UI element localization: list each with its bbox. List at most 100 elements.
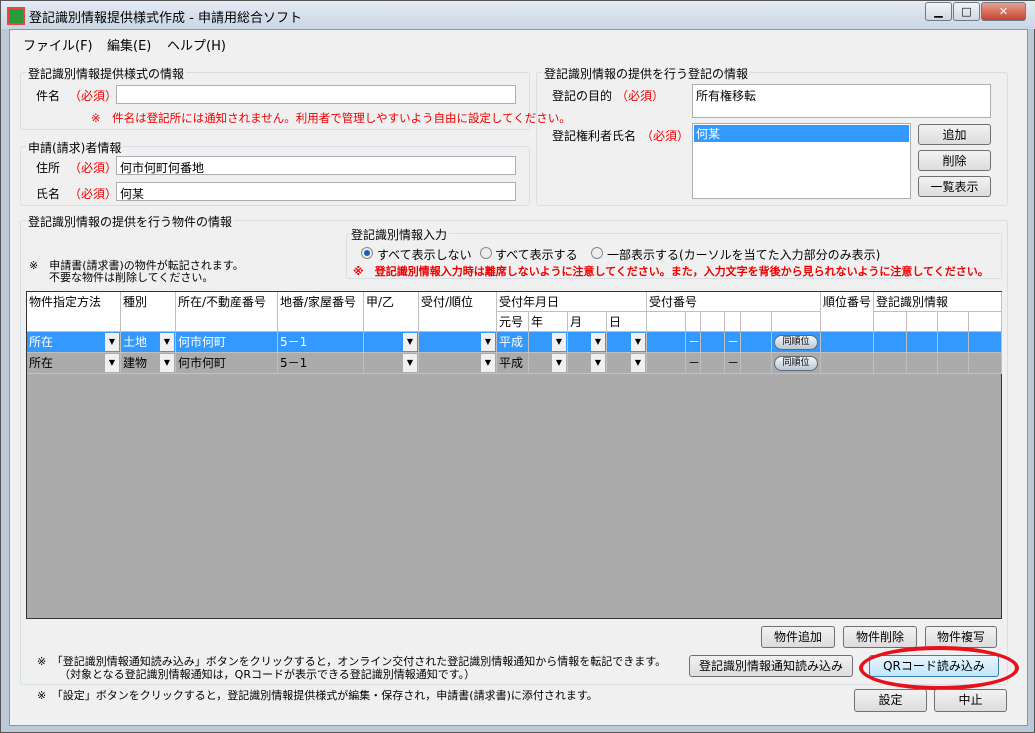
same-order-button[interactable]: 同順位 [774, 335, 818, 350]
add-holder-button[interactable]: 追加 [918, 124, 991, 145]
same-order-button[interactable]: 同順位 [774, 356, 818, 371]
property-note: 不要な物件は削除してください。 [49, 271, 214, 284]
id-info-cell[interactable] [938, 332, 969, 353]
reception-number-cell[interactable] [647, 332, 686, 353]
name-input[interactable]: 何某 [116, 182, 516, 201]
column-header: 受付/順位 [419, 292, 497, 332]
dash[interactable]: － [686, 332, 701, 353]
copy-property-button[interactable]: 物件複写 [925, 626, 997, 648]
holder-list-item[interactable]: 何某 [694, 125, 909, 142]
dropdown-arrow-icon[interactable]: ▼ [481, 354, 495, 372]
menu-help[interactable]: ヘルプ(H) [167, 35, 226, 54]
list-holders-button[interactable]: 一覧表示 [918, 176, 991, 197]
settings-button[interactable]: 設定 [854, 689, 927, 712]
dash[interactable]: － [725, 353, 741, 374]
close-button[interactable]: ✕ [981, 2, 1026, 21]
read-note: （対象となる登記識別情報通知は，QRコードが表示できる登記識別情報通知です。） [59, 668, 476, 681]
dropdown-arrow-icon[interactable]: ▼ [631, 354, 645, 372]
id-info-cell[interactable] [874, 332, 907, 353]
column-subheader [725, 312, 741, 332]
minimize-button[interactable]: ▁ [925, 2, 952, 21]
required-mark: （必須） [69, 187, 118, 201]
column-subheader [701, 312, 725, 332]
column-subheader [647, 312, 686, 332]
reception-number-cell[interactable] [701, 332, 725, 353]
era-cell[interactable]: 平成 [497, 332, 529, 353]
title-bar: 登記識別情報提供様式作成 - 申請用総合ソフト ▁ □ ✕ [1, 1, 1035, 29]
column-subheader [874, 312, 907, 332]
column-subheader [969, 312, 1002, 332]
radio-label: すべて表示する [495, 248, 578, 262]
column-subheader: 日 [607, 312, 647, 332]
subject-input[interactable] [116, 85, 516, 104]
dropdown-arrow-icon[interactable]: ▼ [160, 333, 174, 351]
dropdown-arrow-icon[interactable]: ▼ [552, 354, 566, 372]
dash[interactable]: － [725, 332, 741, 353]
read-note: ※ 「登記識別情報通知読み込み」ボタンをクリックすると，オンライン交付された登記… [37, 655, 667, 668]
security-warning: ※ 登記識別情報入力時は離席しないように注意してください。また，入力文字を背後か… [353, 265, 989, 278]
form-info-legend: 登記識別情報提供様式の情報 [26, 65, 187, 82]
radio-label: すべて表示しない [377, 248, 472, 262]
radio-show-all[interactable] [480, 247, 492, 259]
address-input[interactable]: 何市何町何番地 [116, 156, 516, 175]
column-header: 受付年月日 [497, 292, 647, 312]
property-table[interactable]: 物件指定方法 種別 所在/不動産番号 地番/家屋番号 甲/乙 受付/順位 受付年月日 元号年月… [26, 291, 1002, 619]
reception-number-cell[interactable] [701, 353, 725, 374]
dropdown-arrow-icon[interactable]: ▼ [160, 354, 174, 372]
dropdown-arrow-icon[interactable]: ▼ [105, 354, 119, 372]
id-info-cell[interactable] [907, 332, 938, 353]
lot-number-cell[interactable]: 5－1 [278, 353, 364, 374]
column-header: 地番/家屋番号 [278, 292, 364, 332]
dropdown-arrow-icon[interactable]: ▼ [552, 333, 566, 351]
location-cell[interactable]: 何市何町 [176, 332, 278, 353]
dropdown-arrow-icon[interactable]: ▼ [403, 333, 417, 351]
reception-number-cell[interactable] [647, 353, 686, 374]
holder-list[interactable]: 何某 [692, 123, 911, 199]
purpose-input[interactable]: 所有権移転 [692, 84, 991, 118]
holder-label: 登記権利者氏名 [552, 129, 637, 143]
dropdown-arrow-icon[interactable]: ▼ [591, 354, 605, 372]
menu-edit[interactable]: 編集(E) [107, 35, 151, 54]
reception-number-cell[interactable] [741, 332, 772, 353]
id-info-cell[interactable] [969, 353, 1002, 374]
dropdown-arrow-icon[interactable]: ▼ [591, 333, 605, 351]
column-subheader [907, 312, 938, 332]
era-cell[interactable]: 平成 [497, 353, 529, 374]
read-notice-button[interactable]: 登記識別情報通知読み込み [689, 655, 853, 677]
lot-number-cell[interactable]: 5－1 [278, 332, 364, 353]
dropdown-arrow-icon[interactable]: ▼ [105, 333, 119, 351]
menu-file[interactable]: ファイル(F) [23, 35, 93, 54]
dropdown-arrow-icon[interactable]: ▼ [481, 333, 495, 351]
order-number-cell[interactable] [821, 353, 874, 374]
address-label: 住所 [36, 161, 61, 175]
window-title: 登記識別情報提供様式作成 - 申請用総合ソフト [29, 11, 302, 26]
dropdown-arrow-icon[interactable]: ▼ [403, 354, 417, 372]
column-header: 甲/乙 [364, 292, 419, 332]
required-mark: （必須） [641, 129, 690, 143]
radio-hide-all[interactable] [361, 247, 373, 259]
order-number-cell[interactable] [821, 332, 874, 353]
id-info-cell[interactable] [969, 332, 1002, 353]
cancel-button[interactable]: 中止 [934, 689, 1007, 712]
column-subheader: 月 [568, 312, 607, 332]
name-label: 氏名 [36, 187, 61, 201]
id-info-cell[interactable] [907, 353, 938, 374]
delete-property-button[interactable]: 物件削除 [843, 626, 917, 648]
required-mark: （必須） [616, 89, 665, 103]
maximize-button[interactable]: □ [953, 2, 980, 21]
property-legend: 登記識別情報の提供を行う物件の情報 [26, 213, 235, 230]
radio-show-partial[interactable] [591, 247, 603, 259]
id-info-cell[interactable] [938, 353, 969, 374]
column-subheader [686, 312, 701, 332]
delete-holder-button[interactable]: 削除 [918, 150, 991, 171]
location-cell[interactable]: 何市何町 [176, 353, 278, 374]
dropdown-arrow-icon[interactable]: ▼ [631, 333, 645, 351]
add-property-button[interactable]: 物件追加 [761, 626, 835, 648]
column-header: 登記識別情報 [874, 292, 1002, 312]
reception-number-cell[interactable] [741, 353, 772, 374]
column-subheader: 元号 [497, 312, 529, 332]
radio-label: 一部表示する(カーソルを当てた入力部分のみ表示) [607, 248, 881, 262]
id-info-cell[interactable] [874, 353, 907, 374]
dash[interactable]: － [686, 353, 701, 374]
required-mark: （必須） [69, 161, 118, 175]
